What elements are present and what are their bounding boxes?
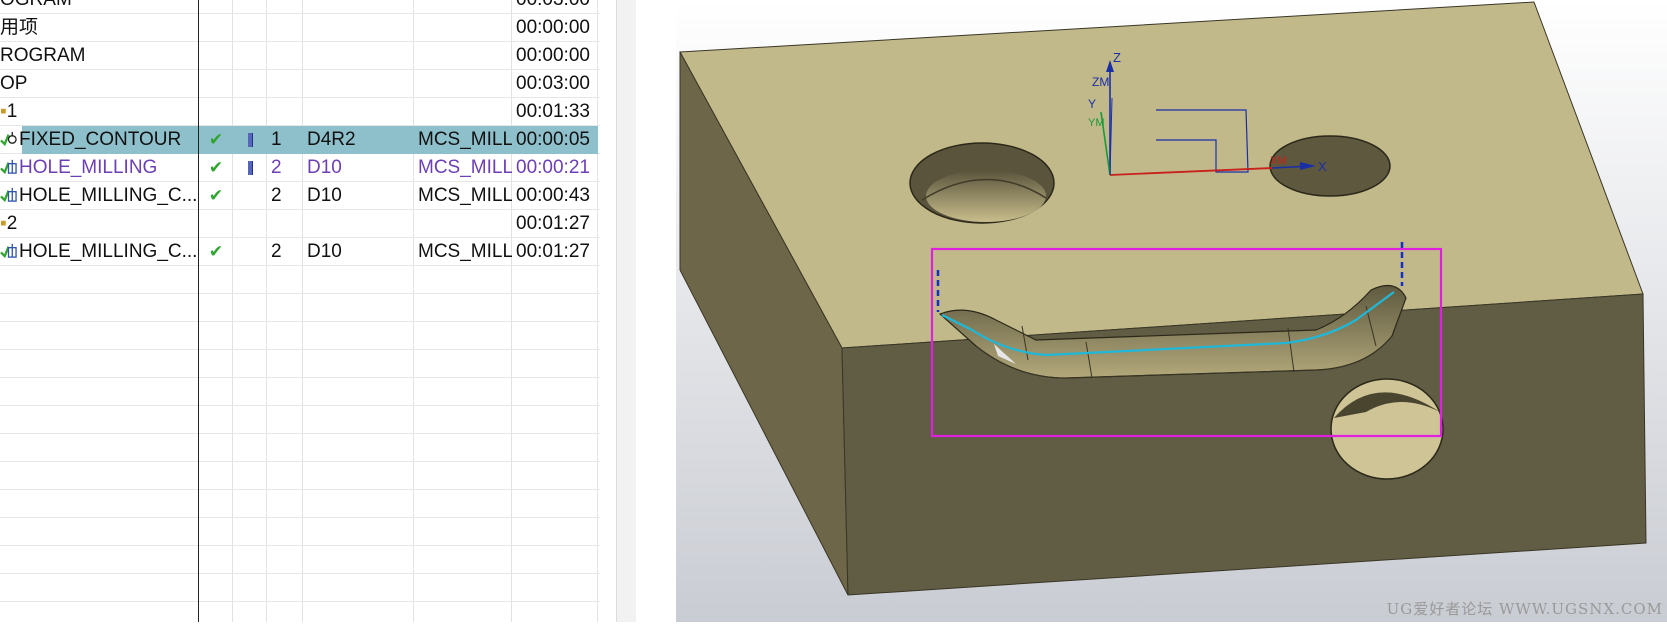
tree-row-top[interactable]: OP 00:03:00 xyxy=(0,70,600,98)
operation-label: HOLE_MILLING xyxy=(19,157,158,178)
row-name: OGRAM xyxy=(0,0,199,14)
row-name: ▪2 xyxy=(0,210,199,238)
row-name: 用项 xyxy=(0,17,39,38)
tree-row-hole-milling-copy[interactable]: HOLE_MILLING_C... ✔ 2 D10 MCS_MILL 00:00… xyxy=(0,182,600,210)
empty-table-row xyxy=(0,434,600,462)
empty-table-row xyxy=(0,322,600,350)
right-hole xyxy=(1269,135,1391,197)
tree-row-hole-milling[interactable]: HOLE_MILLING ✔ 2 D10 MCS_MILL 00:00:21 xyxy=(0,154,600,182)
status-check-icon: ✔ xyxy=(208,158,224,177)
status-check-icon: ✔ xyxy=(208,130,224,149)
empty-table-row xyxy=(0,518,600,546)
operation-navigator: OGRAM 00:03:00 用项 00:00:00 ROGRAM 00:00:… xyxy=(0,0,636,622)
tree-row-group-1[interactable]: ▪1 00:01:33 xyxy=(0,98,600,126)
front-side-hole xyxy=(1330,378,1444,480)
3d-model-view[interactable]: Z ZM Y YM X XM xyxy=(676,0,1667,622)
tree-row-fixed-contour[interactable]: FIXED_CONTOUR ✔ 1 D4R2 MCS_MILL 00:00:05 xyxy=(0,126,600,154)
row-time: 00:00:00 xyxy=(516,17,590,38)
tree-row-program-root[interactable]: OGRAM 00:03:00 xyxy=(0,0,600,14)
group-label: 1 xyxy=(6,101,18,122)
operation-label: HOLE_MILLING_C... xyxy=(19,241,198,262)
axis-ym-label: YM xyxy=(1088,117,1105,129)
tool-name: D10 xyxy=(307,157,342,178)
row-time: 00:00:05 xyxy=(516,129,590,150)
row-name: ROGRAM xyxy=(0,45,86,66)
vertical-scrollbar[interactable] xyxy=(616,0,636,622)
name-column-divider[interactable] xyxy=(198,0,199,622)
tree-row-program[interactable]: ROGRAM 00:00:00 xyxy=(0,42,600,70)
empty-rows xyxy=(0,266,600,622)
tool-name: D10 xyxy=(307,185,342,206)
empty-table-row xyxy=(0,602,600,622)
row-time: 00:00:00 xyxy=(516,45,590,66)
part-top-face xyxy=(679,1,1644,349)
tool-number: 2 xyxy=(271,241,282,262)
group-label: 2 xyxy=(6,213,18,234)
folder-icon: ▪ xyxy=(0,213,7,234)
tool-name: D4R2 xyxy=(307,129,356,150)
tool-name: D10 xyxy=(307,241,342,262)
row-time: 00:01:27 xyxy=(516,241,590,262)
tool-number: 2 xyxy=(271,157,282,178)
folder-icon: ▪ xyxy=(0,101,7,122)
row-time: 00:00:43 xyxy=(516,185,590,206)
axis-zm-label: ZM xyxy=(1092,75,1109,89)
geometry-name: MCS_MILL xyxy=(418,157,512,178)
geometry-name: MCS_MILL xyxy=(418,185,512,206)
geometry-name: MCS_MILL xyxy=(418,241,512,262)
axis-y-label: Y xyxy=(1088,97,1096,111)
fixed-contour-op-icon xyxy=(0,131,17,147)
tool-change-marker xyxy=(233,126,267,154)
empty-table-row xyxy=(0,406,600,434)
row-name: HOLE_MILLING_C... xyxy=(0,182,199,210)
row-name: HOLE_MILLING_C... xyxy=(0,238,199,266)
left-hole xyxy=(909,142,1055,224)
hole-milling-op-icon xyxy=(0,159,17,175)
row-name: HOLE_MILLING xyxy=(0,154,199,182)
tool-number: 2 xyxy=(271,185,282,206)
status-check-icon: ✔ xyxy=(208,242,224,261)
empty-table-row xyxy=(0,462,600,490)
forum-watermark: UG爱好者论坛 WWW.UGSNX.COM xyxy=(1386,600,1663,618)
tool-change-marker xyxy=(233,154,267,182)
hole-milling-op-icon xyxy=(0,187,17,203)
row-time: 00:01:27 xyxy=(516,213,590,234)
axis-x-label: X xyxy=(1318,159,1327,174)
row-time: 00:03:00 xyxy=(516,73,590,94)
axis-xm-label: XM xyxy=(1270,155,1287,167)
operation-tree-table: OGRAM 00:03:00 用项 00:00:00 ROGRAM 00:00:… xyxy=(0,0,600,622)
status-check-icon: ✔ xyxy=(208,186,224,205)
tree-row-unused-items[interactable]: 用项 00:00:00 xyxy=(0,14,600,42)
hole-milling-op-icon xyxy=(0,243,17,259)
geometry-name: MCS_MILL xyxy=(418,129,512,150)
empty-table-row xyxy=(0,378,600,406)
axis-z-label: Z xyxy=(1113,50,1121,65)
row-name: OP xyxy=(0,73,28,94)
tool-number: 1 xyxy=(271,129,282,150)
tree-row-group-2[interactable]: ▪2 00:01:27 xyxy=(0,210,600,238)
empty-table-row xyxy=(0,350,600,378)
empty-table-row xyxy=(0,546,600,574)
empty-table-row xyxy=(0,266,600,294)
row-name: ▪1 xyxy=(0,98,199,126)
empty-table-row xyxy=(0,490,600,518)
row-time: 00:01:33 xyxy=(516,101,590,122)
operation-label: HOLE_MILLING_C... xyxy=(19,185,198,206)
graphics-window[interactable]: Z ZM Y YM X XM UG爱好者论坛 WWW.UGSNX.COM xyxy=(676,0,1667,622)
row-time: 00:00:21 xyxy=(516,157,590,178)
operation-label: FIXED_CONTOUR xyxy=(19,129,182,150)
row-name: FIXED_CONTOUR xyxy=(0,126,199,154)
empty-table-row xyxy=(0,294,600,322)
row-time: 00:03:00 xyxy=(512,0,598,14)
empty-table-row xyxy=(0,574,600,602)
tree-row-hole-milling-copy-2[interactable]: HOLE_MILLING_C... ✔ 2 D10 MCS_MILL 00:01… xyxy=(0,238,600,266)
